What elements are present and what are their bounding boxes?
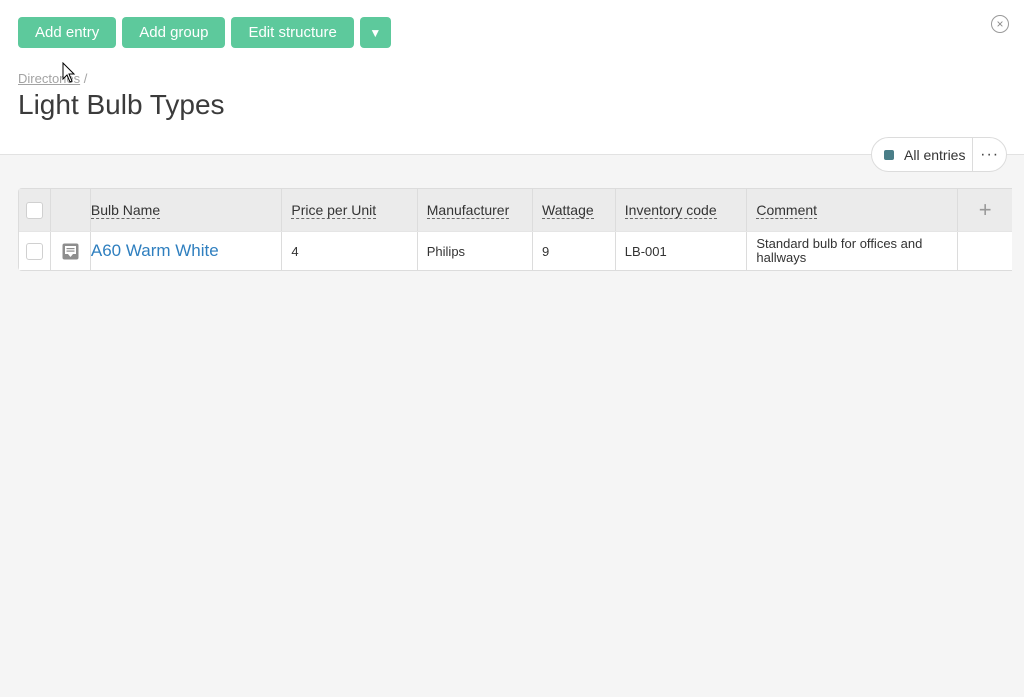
view-filter: All entries ··· — [871, 137, 1007, 172]
add-group-button[interactable]: Add group — [122, 17, 226, 48]
cell-bulb-name: A60 Warm White — [91, 232, 283, 270]
row-empty-cell — [958, 232, 1012, 270]
column-header-price-per-unit[interactable]: Price per Unit — [282, 189, 418, 231]
entry-document-icon[interactable] — [62, 243, 79, 260]
entry-name-link[interactable]: A60 Warm White — [91, 241, 219, 261]
column-header-label: Bulb Name — [90, 201, 161, 219]
header-checkbox-cell — [19, 189, 51, 231]
mouse-cursor-icon — [62, 62, 76, 83]
column-header-label: Price per Unit — [291, 201, 377, 219]
cell-inventory-code[interactable]: LB-001 — [616, 232, 748, 270]
table-row: A60 Warm White 4 Philips 9 LB-001 Standa… — [19, 231, 1012, 270]
comment-text: Standard bulb for offices and hallways — [756, 236, 923, 265]
add-entry-button[interactable]: Add entry — [18, 17, 117, 48]
more-actions-dropdown-button[interactable]: ▼ — [359, 17, 391, 48]
header-icon-cell — [51, 189, 91, 231]
filter-label: All entries — [904, 146, 966, 163]
cell-comment[interactable]: Standard bulb for offices and hallways — [747, 232, 959, 270]
more-options-icon[interactable]: ··· — [972, 138, 1006, 171]
filter-color-swatch — [884, 149, 894, 160]
column-header-label: Inventory code — [624, 201, 717, 219]
row-checkbox-cell — [19, 232, 51, 270]
page-title: Light Bulb Types — [18, 89, 225, 120]
breadcrumb: Directories / — [18, 71, 87, 86]
page-header: Add entry Add group Edit structure ▼ × D… — [0, 0, 1024, 155]
breadcrumb-separator: / — [80, 71, 88, 86]
row-icon-cell — [51, 232, 91, 270]
column-header-inventory-code[interactable]: Inventory code — [616, 189, 748, 231]
all-entries-filter[interactable]: All entries — [872, 138, 972, 171]
edit-structure-button[interactable]: Edit structure — [231, 17, 354, 48]
table-header-row: Bulb Name Price per Unit Manufacturer Wa… — [19, 189, 1012, 231]
add-column-icon[interactable]: + — [979, 197, 992, 223]
cell-wattage[interactable]: 9 — [533, 232, 616, 270]
column-header-label: Wattage — [542, 201, 594, 219]
cell-manufacturer[interactable]: Philips — [418, 232, 534, 270]
column-header-label: Comment — [756, 201, 818, 219]
row-checkbox[interactable] — [25, 242, 43, 260]
toolbar: Add entry Add group Edit structure ▼ — [18, 17, 391, 48]
column-header-manufacturer[interactable]: Manufacturer — [418, 189, 534, 231]
close-icon[interactable]: × — [991, 15, 1009, 33]
column-header-label: Manufacturer — [426, 201, 510, 219]
cell-price-per-unit[interactable]: 4 — [282, 232, 418, 270]
select-all-checkbox[interactable] — [25, 201, 43, 219]
entries-table: Bulb Name Price per Unit Manufacturer Wa… — [18, 188, 1012, 271]
column-header-comment[interactable]: Comment — [747, 189, 959, 231]
column-header-wattage[interactable]: Wattage — [533, 189, 616, 231]
add-column-cell: + — [958, 189, 1012, 231]
column-header-bulb-name[interactable]: Bulb Name — [90, 189, 283, 231]
